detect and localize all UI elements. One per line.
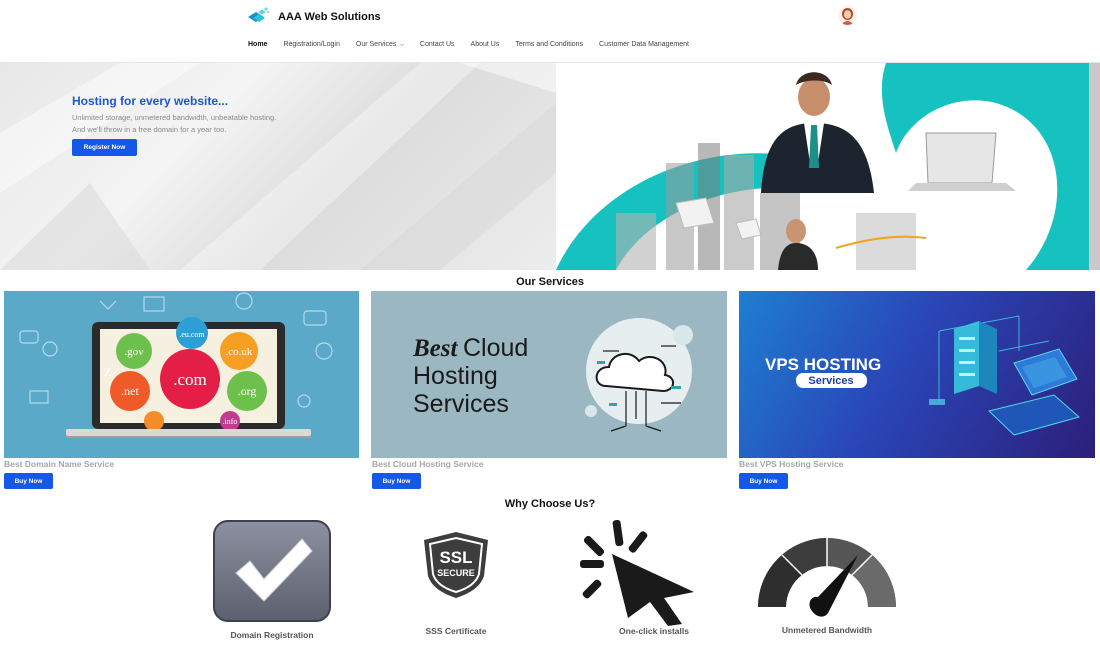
domain-label-gov: .gov	[124, 346, 144, 358]
domain-service-title[interactable]: Best Domain Name Service	[4, 459, 114, 469]
domain-service-image[interactable]: z .eu.com .gov .co.uk .net .com .org .in…	[4, 291, 359, 458]
domain-label-z: z	[104, 363, 111, 380]
hero-banner: Hosting for every website... Unlimited s…	[0, 63, 1100, 270]
feature-ssl-certificate: SSS Certificate	[425, 626, 487, 636]
brand-name: AAA Web Solutions	[278, 11, 381, 23]
businessman-city-illustration	[556, 63, 1089, 270]
cube-logo-icon	[248, 7, 269, 22]
hero-left-panel: Hosting for every website... Unlimited s…	[0, 63, 556, 270]
cloud-hosting-text: Hosting	[413, 362, 498, 390]
cloud-services-text: Services	[413, 390, 509, 418]
ssl-badge-line1: SSL	[439, 548, 472, 567]
hero-subtitle: Unlimited storage, unmetered bandwidth, …	[72, 112, 362, 136]
checkmark-icon	[213, 520, 331, 622]
nav-terms[interactable]: Terms and Conditions	[515, 41, 583, 49]
cloud-service-title[interactable]: Best Cloud Hosting Service	[372, 459, 483, 469]
cloud-best-text: Best	[412, 335, 459, 362]
avatar[interactable]	[838, 6, 857, 25]
cloud-cloud-text: Cloud	[463, 334, 528, 362]
domain-label-com: .com	[173, 370, 207, 389]
ssl-badge-line2: SECURE	[437, 568, 475, 578]
feature-domain-registration: Domain Registration	[230, 630, 314, 640]
vps-service-image[interactable]: VPS HOSTING Services	[739, 291, 1095, 458]
vps-services-badge-text: Services	[808, 375, 853, 387]
brand[interactable]: AAA Web Solutions	[244, 5, 381, 29]
nav-home[interactable]: Home	[248, 41, 267, 49]
cursor-click-icon	[580, 520, 694, 626]
chevron-down-icon: ⌵	[399, 42, 404, 48]
nav-customer-data[interactable]: Customer Data Management	[599, 41, 689, 49]
speedometer-icon	[758, 538, 896, 617]
buy-now-cloud-button[interactable]: Buy Now	[372, 473, 421, 489]
buy-now-domain-button[interactable]: Buy Now	[4, 473, 53, 489]
domain-laptop-illustration: z .eu.com .gov .co.uk .net .com .org .in…	[19, 292, 333, 438]
cloud-hosting-illustration: Best Cloud Hosting Services	[412, 318, 693, 432]
feature-unmetered-bandwidth: Unmetered Bandwidth	[781, 625, 873, 635]
hero-right-edge	[1089, 63, 1100, 270]
domain-label-org: .org	[238, 384, 257, 398]
ssl-secure-shield-icon: SSL SECURE	[424, 532, 488, 598]
hero-subtitle-line-2: And we'll throw in a free domain for a y…	[72, 125, 227, 134]
main-nav: Home Registration/Login Our Services ⌵ Co…	[248, 41, 689, 49]
why-choose-heading: Why Choose Us?	[504, 498, 596, 510]
buy-now-vps-button[interactable]: Buy Now	[739, 473, 788, 489]
nav-registration-login[interactable]: Registration/Login	[283, 41, 339, 49]
hero-title: Hosting for every website...	[72, 94, 229, 108]
domain-label-eu: .eu.com	[179, 330, 205, 339]
cloud-service-image[interactable]: Best Cloud Hosting Services	[371, 291, 727, 458]
services-heading: Our Services	[516, 276, 584, 288]
hero-image	[556, 63, 1089, 270]
vps-service-title[interactable]: Best VPS Hosting Service	[739, 459, 843, 469]
register-now-button[interactable]: Register Now	[72, 139, 137, 156]
nav-contact-us[interactable]: Contact Us	[420, 41, 455, 49]
hero-subtitle-line-1: Unlimited storage, unmetered bandwidth, …	[72, 113, 277, 122]
nav-our-services-label: Our Services	[355, 41, 397, 48]
domain-label-net: .net	[121, 384, 139, 398]
domain-label-info: .info	[223, 417, 238, 426]
user-avatar-icon	[838, 6, 857, 25]
vps-title-text: VPS HOSTING	[765, 355, 881, 374]
nav-about-us[interactable]: About Us	[471, 41, 500, 49]
vps-hosting-illustration: VPS HOSTING Services	[765, 315, 1081, 436]
nav-our-services[interactable]: Our Services ⌵	[356, 41, 404, 49]
domain-label-couk: .co.uk	[226, 346, 253, 358]
feature-one-click-installs: One-click installs	[619, 626, 689, 636]
